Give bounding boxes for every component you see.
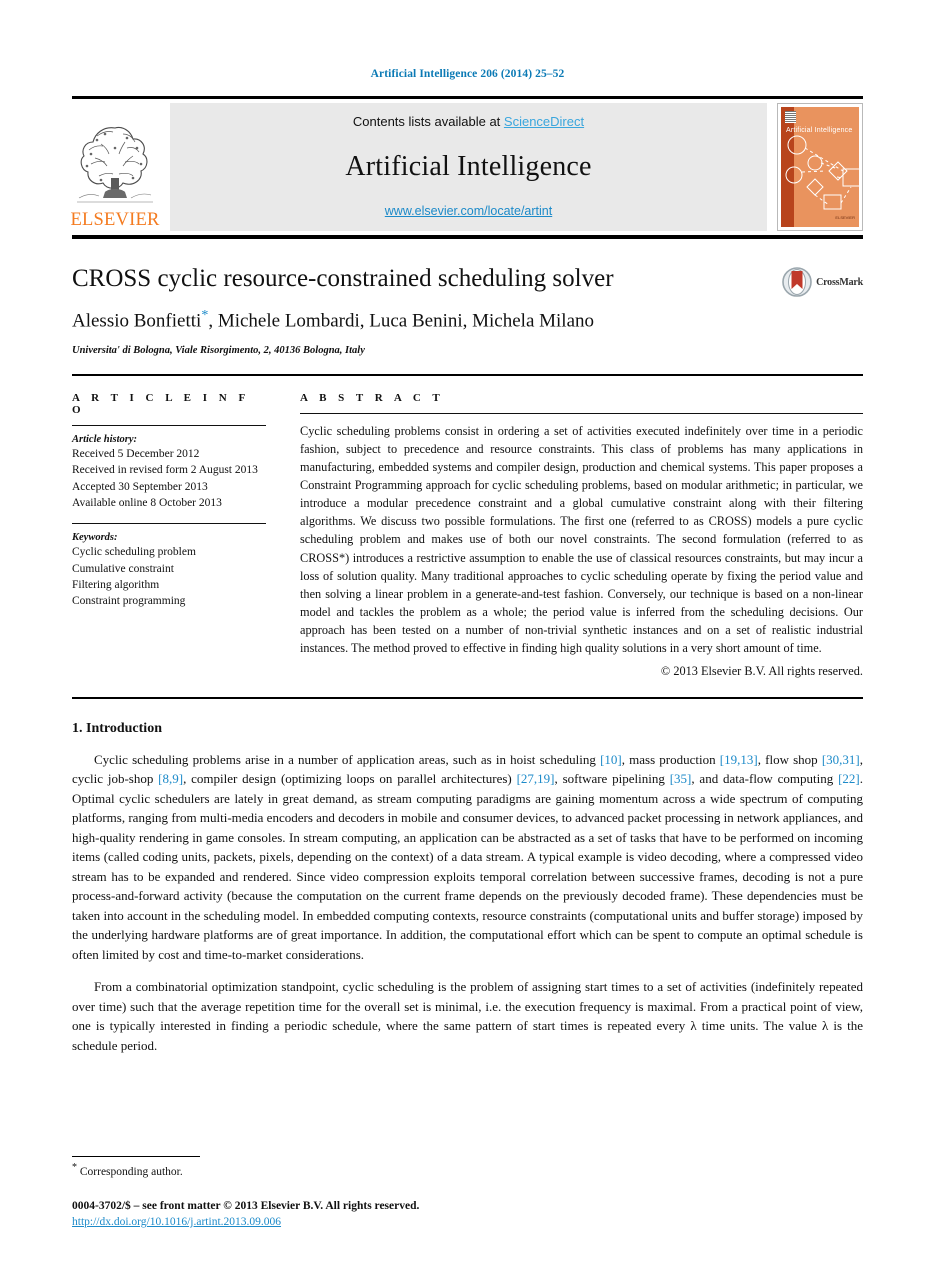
title-block: CROSS cyclic resource-constrained schedu… (72, 265, 863, 356)
abstract-rule (300, 413, 863, 415)
abstract-text: Cyclic scheduling problems consist in or… (300, 424, 863, 655)
citation-ref[interactable]: [35] (670, 771, 692, 786)
keywords-rule (72, 523, 266, 525)
elsevier-tree-icon (77, 126, 153, 202)
article-info-column: A R T I C L E I N F O Article history: R… (72, 392, 300, 679)
crossmark-label: CrossMark (816, 276, 863, 288)
elsevier-wordmark: ELSEVIER (70, 209, 160, 230)
citation-ref[interactable]: [19,13] (720, 752, 758, 767)
abstract-copyright: © 2013 Elsevier B.V. All rights reserved… (660, 663, 863, 678)
article-history-accepted: Accepted 30 September 2013 (72, 480, 208, 493)
article-history-received: Received 5 December 2012 (72, 448, 200, 461)
article-info-rule (72, 425, 266, 427)
info-abstract-columns: A R T I C L E I N F O Article history: R… (72, 392, 863, 679)
abstract-column: A B S T R A C T Cyclic scheduling proble… (300, 392, 863, 679)
journal-cover-thumbnail[interactable]: Artificial Intelligence ELSEVIER (777, 103, 863, 231)
citation-ref[interactable]: [27,19] (517, 771, 555, 786)
running-head: Artificial Intelligence 206 (2014) 25–52 (370, 68, 565, 80)
cover-footer: ELSEVIER (835, 215, 855, 220)
masthead-top-rule (72, 96, 863, 99)
page-title: CROSS cyclic resource-constrained schedu… (72, 265, 614, 292)
crossmark-icon (782, 267, 812, 297)
contents-line: Contents lists available at ScienceDirec… (353, 114, 584, 129)
info-top-rule (72, 374, 863, 377)
corresponding-author-text: Corresponding author. (79, 1166, 183, 1178)
elsevier-logo: ELSEVIER (70, 103, 160, 231)
corresponding-author-note: * Corresponding author. (72, 1162, 863, 1178)
contents-prefix: Contents lists available at (352, 114, 504, 129)
abstract-heading: A B S T R A C T (300, 392, 445, 405)
author-list: Alessio Bonfietti*, Michele Lombardi, Lu… (72, 308, 863, 332)
par1-seg: . Optimal cyclic schedulers are lately i… (72, 771, 863, 962)
cover-barcode-icon (785, 111, 796, 123)
par1-seg: , flow shop (757, 751, 822, 767)
par1-seg: , mass production (621, 751, 720, 767)
crossmark-badge[interactable]: CrossMark (782, 267, 863, 297)
front-matter-line: 0004-3702/$ – see front matter © 2013 El… (72, 1200, 420, 1212)
intro-paragraph-1: Cyclic scheduling problems arise in a nu… (72, 750, 863, 965)
masthead-bottom-rule (72, 235, 863, 239)
author-rest: , Michele Lombardi, Luca Benini, Michela… (208, 310, 595, 332)
journal-name: Artificial Intelligence (345, 150, 592, 182)
cover-artwork: Artificial Intelligence ELSEVIER (781, 107, 859, 227)
par1-seg: , software pipelining (554, 771, 670, 787)
keyword-item: Cyclic scheduling problem (72, 546, 196, 559)
article-info-heading: A R T I C L E I N F O (72, 392, 250, 417)
sciencedirect-link[interactable]: ScienceDirect (504, 114, 584, 129)
keywords-block: Keywords: Cyclic scheduling problem Cumu… (72, 523, 266, 609)
keyword-item: Constraint programming (72, 595, 186, 608)
citation-ref[interactable]: [8,9] (158, 771, 183, 786)
section-heading-introduction: 1. Introduction (72, 720, 162, 736)
article-history-revised: Received in revised form 2 August 2013 (72, 464, 258, 477)
keyword-item: Filtering algorithm (72, 579, 160, 592)
body-top-rule (72, 696, 863, 699)
journal-masthead: ELSEVIER Contents lists available at Sci… (70, 103, 863, 231)
citation-ref[interactable]: [30,31] (822, 752, 860, 767)
journal-banner: Contents lists available at ScienceDirec… (170, 103, 767, 231)
author-first: Alessio Bonfietti (72, 310, 202, 332)
page-footer: * Corresponding author. 0004-3702/$ – se… (72, 1156, 863, 1230)
citation-ref[interactable]: [22] (838, 771, 860, 786)
citation-ref[interactable]: [10] (600, 752, 622, 767)
keywords-label: Keywords: (72, 532, 118, 544)
footnote-rule (72, 1156, 200, 1158)
cover-graph-icon (785, 135, 859, 210)
par1-seg: Cyclic scheduling problems arise in a nu… (94, 751, 601, 767)
par1-seg: , and data-flow computing (691, 771, 839, 787)
footnote-star: * (72, 1162, 77, 1174)
affiliation: Universita' di Bologna, Viale Risorgimen… (72, 345, 365, 357)
par1-seg: , compiler design (optimizing loops on p… (183, 771, 517, 787)
keyword-item: Cumulative constraint (72, 562, 174, 575)
paper-page: Artificial Intelligence 206 (2014) 25–52 (0, 0, 935, 1266)
journal-url-link[interactable]: www.elsevier.com/locate/artint (385, 204, 552, 218)
article-history-label: Article history: (72, 434, 138, 446)
article-history-online: Available online 8 October 2013 (72, 497, 222, 510)
intro-paragraph-2: From a combinatorial optimization standp… (72, 979, 863, 1053)
doi-link[interactable]: http://dx.doi.org/10.1016/j.artint.2013.… (72, 1216, 281, 1228)
